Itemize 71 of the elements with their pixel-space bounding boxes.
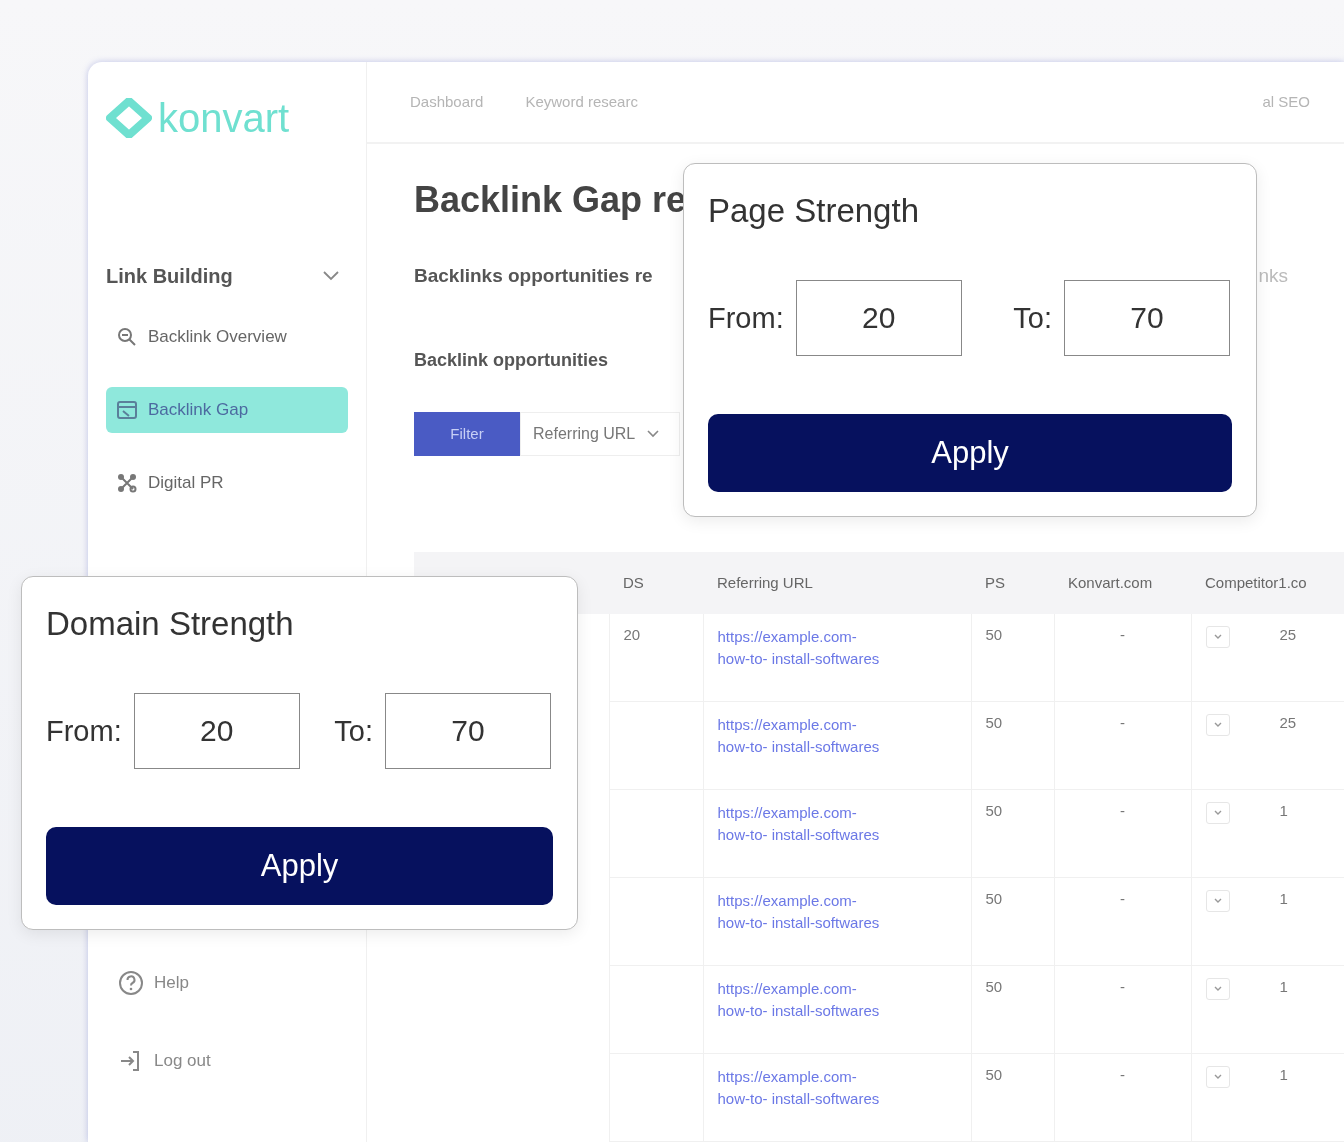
dropdown-icon[interactable] <box>1205 890 1230 912</box>
table-cell: 50 <box>985 1066 1003 1083</box>
dropdown-icon[interactable] <box>1205 802 1230 824</box>
url-link[interactable]: https://example.com-how-to- install-softwares <box>717 1066 883 1110</box>
window-icon <box>116 399 138 421</box>
column-header: DS <box>623 574 644 591</box>
field-label: From: <box>708 301 784 335</box>
url-link[interactable]: https://example.com-how-to- install-softwares <box>717 714 883 758</box>
field-label: To: <box>1013 301 1052 335</box>
dropdown-icon[interactable] <box>1205 714 1230 736</box>
section-heading: Backlink opportunities <box>414 348 610 372</box>
nav-link[interactable]: Keyword researc <box>525 93 638 111</box>
sidebar-item[interactable]: Digital PR <box>106 460 348 506</box>
subtitle: Backlinks opportunities re <box>414 263 653 288</box>
to-field[interactable]: 70 <box>385 693 551 769</box>
logo-text: konvart <box>158 95 290 141</box>
url-link[interactable]: https://example.com-how-to- install-softwares <box>717 802 883 846</box>
table-cell: 1 <box>1279 1066 1288 1083</box>
subtitle-text: nks <box>1258 263 1288 288</box>
filter-button[interactable]: Filter <box>414 411 520 456</box>
chevron-icon <box>647 429 660 438</box>
url-link[interactable]: https://example.com-how-to- install-softwares <box>717 625 883 670</box>
field-label: To: <box>334 714 373 748</box>
column-header: PS <box>985 574 1005 591</box>
table-cell: 25 <box>1279 625 1297 643</box>
dropdown-icon[interactable] <box>1205 1066 1230 1088</box>
table-cell: - <box>1120 978 1125 995</box>
table-cell: 1 <box>1279 978 1288 995</box>
popup-title: Domain Strength <box>46 604 295 644</box>
sidebar-item[interactable]: Backlink Gap <box>106 387 348 433</box>
to-field[interactable]: 70 <box>1064 280 1230 356</box>
table-cell: 50 <box>985 625 1003 643</box>
table-cell: 50 <box>985 802 1003 819</box>
table-cell: - <box>1120 714 1125 731</box>
column-header: Konvart.com <box>1068 574 1153 591</box>
table-cell: 50 <box>985 714 1003 731</box>
logout-link[interactable]: Log out <box>154 1051 211 1071</box>
table-cell: - <box>1120 1066 1125 1083</box>
search-icon <box>116 326 138 348</box>
from-field[interactable]: 20 <box>133 693 300 769</box>
sidebar-item[interactable]: Backlink Overview <box>106 314 348 360</box>
field-label: From: <box>46 714 122 748</box>
nodes-icon <box>116 472 138 494</box>
url-link[interactable]: https://example.com-how-to- install-softwares <box>717 890 883 934</box>
column-dropdown[interactable]: Referring URL <box>520 411 680 456</box>
table-cell: 50 <box>985 890 1003 907</box>
apply-button[interactable]: Apply <box>708 414 1232 492</box>
help-icon <box>118 970 144 996</box>
table-cell: - <box>1120 802 1125 819</box>
apply-button[interactable]: Apply <box>46 827 553 905</box>
popup-title: Page Strength <box>708 191 920 231</box>
dropdown-icon[interactable] <box>1205 625 1230 648</box>
nav-link[interactable]: Dashboard <box>410 93 484 111</box>
logo-icon <box>106 98 152 138</box>
from-field[interactable]: 20 <box>795 280 962 356</box>
table-cell: 1 <box>1279 890 1288 907</box>
group-label[interactable]: Link Building <box>106 264 233 288</box>
url-link[interactable]: https://example.com-how-to- install-softwares <box>717 978 883 1022</box>
table-cell: - <box>1120 890 1125 907</box>
table-cell: - <box>1120 625 1125 643</box>
column-header: Referring URL <box>717 574 813 591</box>
table-cell: 1 <box>1279 802 1288 819</box>
help-link[interactable]: Help <box>154 973 189 993</box>
nav-link[interactable]: al SEO <box>1262 93 1310 111</box>
dropdown-icon[interactable] <box>1205 978 1230 1000</box>
table-cell: 20 <box>623 625 641 643</box>
page-title: Backlink Gap re <box>414 177 687 222</box>
column-header: Competitor1.co <box>1205 574 1307 591</box>
chevron-down-icon[interactable] <box>322 270 340 282</box>
table-cell: 50 <box>985 978 1003 995</box>
table-cell: 25 <box>1279 714 1297 731</box>
